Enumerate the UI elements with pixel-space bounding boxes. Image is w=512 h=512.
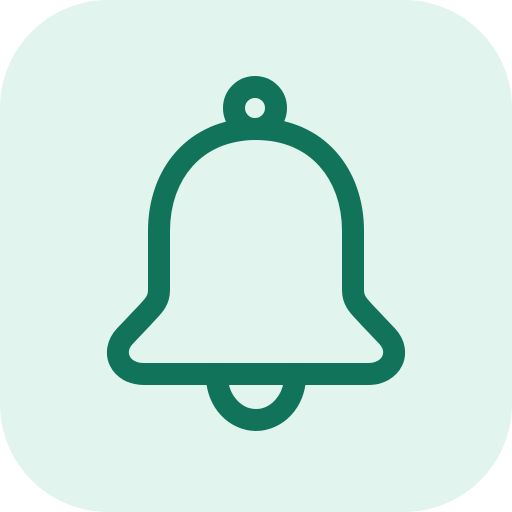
bell-body <box>106 118 406 385</box>
bell-icon <box>106 76 406 431</box>
notification-app-icon[interactable] <box>0 0 512 512</box>
